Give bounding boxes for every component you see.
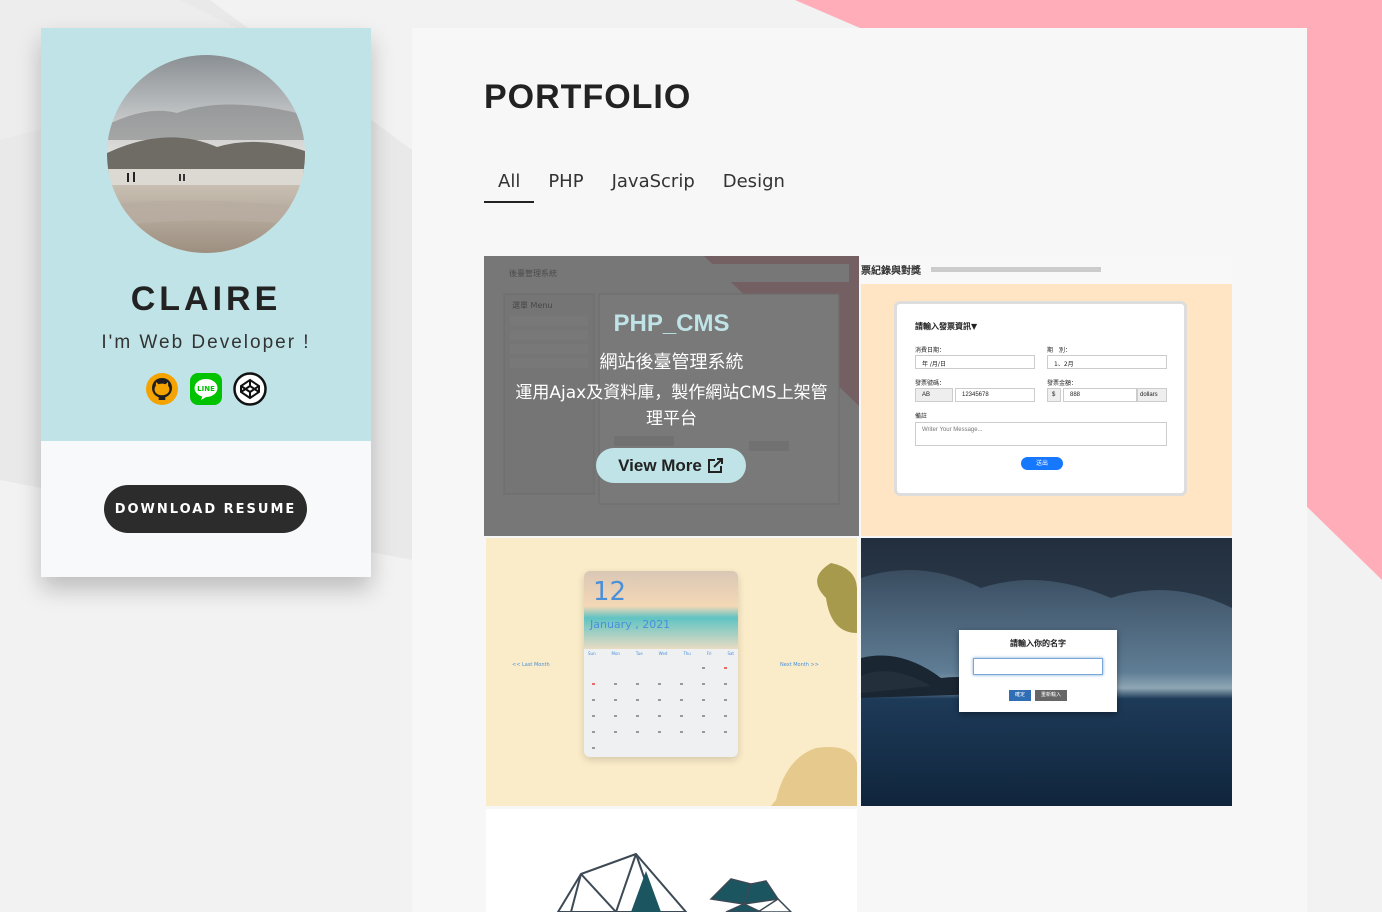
invoice-form-card: 請輸入發票資訊▼ 消費日期： 年 /月/日 期 別： 1、2月 發票號碼： AB… — [894, 301, 1187, 496]
view-more-label: View More — [618, 455, 702, 475]
avatar — [107, 55, 305, 253]
project-title: PHP_CMS — [613, 310, 730, 337]
note-textarea[interactable]: Writer Your Message... — [915, 422, 1167, 446]
invoice-form-title: 請輸入發票資訊▼ — [915, 322, 978, 331]
period-select[interactable]: 1、2月 — [1047, 355, 1167, 369]
invoice-submit-button[interactable]: 送出 — [1021, 457, 1063, 470]
codepen-icon[interactable] — [233, 372, 267, 406]
name-dialog: 請輸入你的名字 確定 重新輸入 — [959, 630, 1117, 712]
amount-prefix: $ — [1047, 388, 1061, 402]
invoice-number-input[interactable]: 12345678 — [955, 388, 1035, 402]
tab-javascript[interactable]: JavaScrip — [598, 171, 709, 203]
name-ok-button[interactable]: 確定 — [1009, 690, 1031, 701]
calendar-widget: 12 January , 2021 Sun Mon Tue Wed Thu Fr… — [584, 571, 738, 757]
invoice-nav-links — [931, 267, 1101, 272]
note-label: 備註 — [915, 413, 928, 420]
external-link-icon — [706, 457, 724, 475]
invoice-number-prefix: AB — [915, 388, 953, 402]
tab-all[interactable]: All — [484, 171, 535, 203]
prev-month-link[interactable]: << Last Month — [512, 662, 550, 668]
weekday-thu: Thu — [683, 651, 691, 656]
calendar-day: 12 — [593, 577, 627, 607]
name-reset-button[interactable]: 重新輸入 — [1035, 690, 1067, 701]
portfolio-panel: PORTFOLIO All PHP JavaScrip Design 後臺管理系… — [412, 28, 1307, 912]
portfolio-item-design[interactable] — [486, 809, 857, 912]
project-description: 運用Ajax及資料庫，製作網站CMS上架管理平台 — [515, 383, 828, 429]
invoice-nav-title: 票紀錄與對獎 — [861, 266, 921, 277]
tab-php[interactable]: PHP — [534, 171, 597, 203]
filter-tabs: All PHP JavaScrip Design — [484, 171, 799, 203]
profile-card: CLAIRE I'm Web Developer ! LINE DOWNLOAD… — [41, 28, 371, 577]
weekday-wed: Wed — [658, 651, 668, 656]
profile-header: CLAIRE I'm Web Developer ! LINE — [41, 28, 371, 441]
calendar-date-grid — [592, 667, 727, 749]
svg-text:LINE: LINE — [197, 385, 215, 393]
download-resume-button[interactable]: DOWNLOAD RESUME — [104, 485, 307, 533]
period-label: 期 別： — [1047, 347, 1072, 354]
name-input[interactable] — [973, 658, 1103, 675]
date-input[interactable]: 年 /月/日 — [915, 355, 1035, 369]
portfolio-item-calendar[interactable]: << Last Month Next Month >> 12 January ,… — [486, 538, 857, 806]
project-subtitle: 網站後臺管理系統 — [599, 352, 744, 373]
amount-suffix: dollars — [1137, 388, 1167, 402]
profile-name: CLAIRE — [130, 280, 282, 318]
weekday-mon: Mon — [611, 651, 620, 656]
invoice-number-label: 發票號碼： — [915, 380, 946, 387]
weekday-fri: Fri — [706, 651, 712, 656]
amount-input[interactable]: 888 — [1063, 388, 1137, 402]
amount-label: 發票金額： — [1047, 380, 1078, 387]
view-more-button[interactable]: View More — [596, 448, 746, 483]
github-icon[interactable] — [145, 372, 179, 406]
portfolio-item-name-prompt[interactable]: 請輸入你的名字 確定 重新輸入 — [861, 538, 1232, 806]
page-title: PORTFOLIO — [484, 78, 692, 116]
profile-role: I'm Web Developer ! — [101, 332, 311, 353]
line-icon[interactable]: LINE — [189, 372, 223, 406]
weekday-tue: Tue — [635, 651, 643, 656]
name-dialog-prompt: 請輸入你的名字 — [1010, 639, 1066, 648]
tab-design[interactable]: Design — [709, 171, 799, 203]
portfolio-item-invoice[interactable]: 票紀錄與對獎 請輸入發票資訊▼ 消費日期： 年 /月/日 期 別： 1、2月 發… — [861, 256, 1232, 536]
weekday-sat: Sat — [727, 651, 734, 656]
social-links: LINE — [41, 372, 371, 406]
invoice-navbar: 票紀錄與對獎 — [861, 256, 1232, 284]
project-overlay: PHP_CMS 網站後臺管理系統 運用Ajax及資料庫，製作網站CMS上架管理平… — [484, 256, 859, 536]
weekday-sun: Sun — [588, 651, 596, 656]
portfolio-item-php-cms[interactable]: 後臺管理系統 選單 Menu PHP_CMS 網站後臺管理系統 運用Ajax及資… — [484, 256, 859, 536]
calendar-month-year: January , 2021 — [590, 618, 671, 631]
calendar-weekdays: Sun Mon Tue Wed Thu Fri Sat — [588, 651, 734, 656]
date-label: 消費日期： — [915, 347, 946, 354]
next-month-link[interactable]: Next Month >> — [780, 662, 819, 668]
geometric-artwork — [556, 852, 793, 912]
